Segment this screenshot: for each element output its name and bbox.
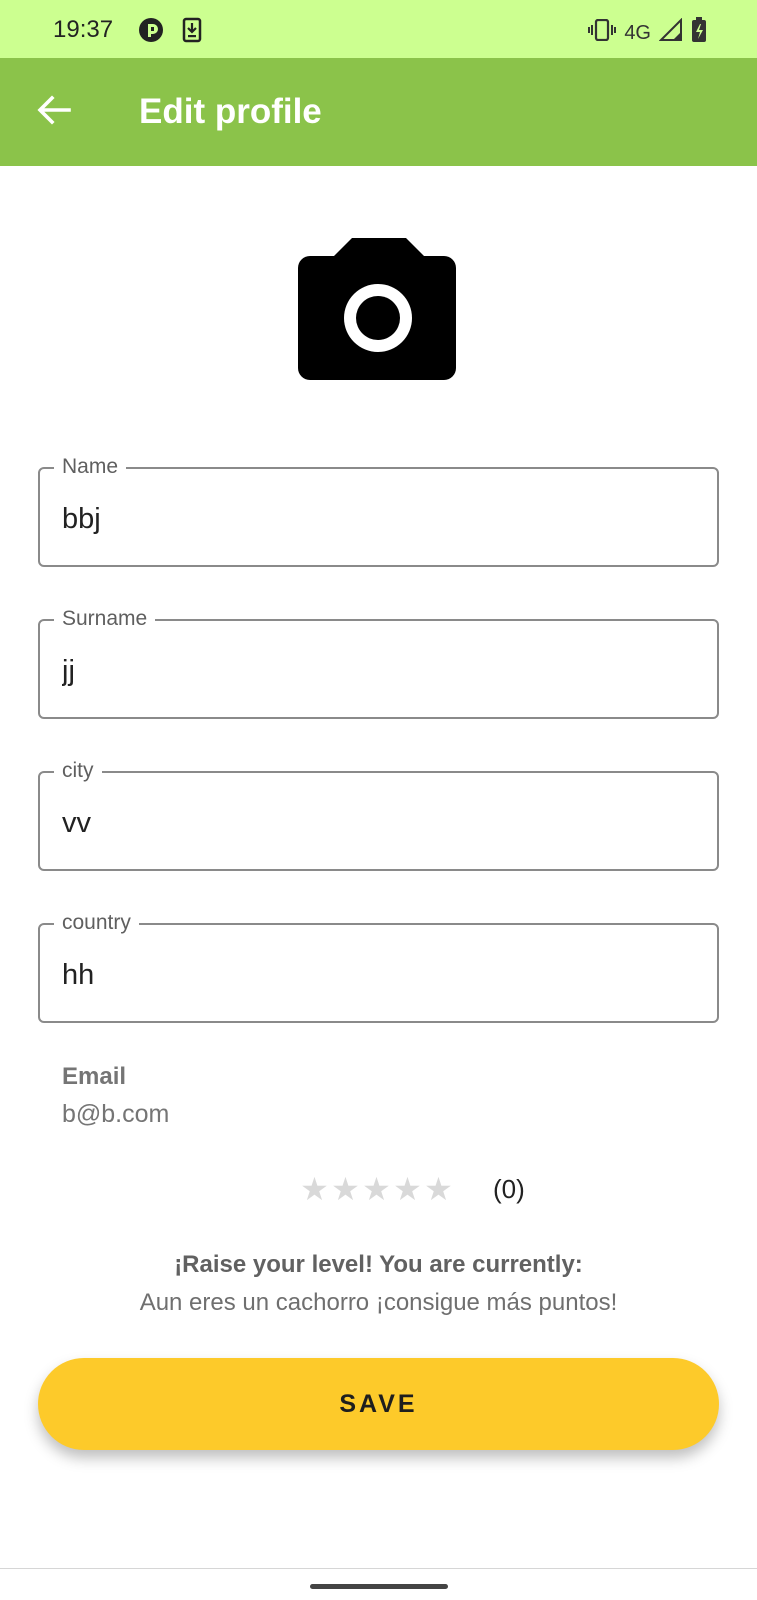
surname-field: Surname [38,607,719,719]
page-title: Edit profile [139,92,322,131]
app-bar: Edit profile [0,58,757,166]
country-label: country [54,911,139,935]
city-field: city [38,759,719,871]
city-input[interactable] [62,803,682,843]
star-icon: ★ [393,1171,422,1207]
surname-label: Surname [54,607,156,631]
signal-icon [658,17,683,47]
name-label: Name [54,455,127,479]
battery-charging-icon [691,17,707,48]
country-field: country [38,911,719,1023]
home-gesture-bar[interactable] [310,1584,448,1589]
email-value: b@b.com [62,1100,170,1128]
level-title: ¡Raise your level! You are currently: [174,1251,583,1278]
status-bar: 19:37 4G [0,0,757,58]
level-description: Aun eres un cachorro ¡consigue más punto… [139,1289,618,1316]
vibrate-icon [588,18,617,46]
star-icon: ★ [331,1171,360,1207]
star-icon: ★ [424,1171,453,1207]
name-input[interactable] [62,499,682,539]
status-time: 19:37 [53,16,114,43]
rating-count: (0) [493,1174,525,1204]
status-left-icons [138,17,202,48]
profile-photo-button[interactable] [296,236,460,386]
download-icon [182,17,202,48]
city-label: city [54,759,102,783]
camera-icon [296,238,460,390]
surname-input[interactable] [62,651,682,691]
status-right-icons: 4G [588,17,707,48]
star-icon: ★ [300,1171,329,1207]
star-icon: ★ [362,1171,391,1207]
app-notification-icon [138,17,164,48]
name-field: Name [38,455,719,567]
network-type: 4G [624,21,651,44]
arrow-left-icon [37,94,71,130]
rating-stars: ★ ★ ★ ★ ★ [300,1172,453,1206]
nav-divider [0,1568,757,1569]
back-button[interactable] [28,86,80,138]
email-label: Email [62,1063,127,1090]
country-input[interactable] [62,955,682,995]
save-button[interactable]: SAVE [38,1358,719,1450]
